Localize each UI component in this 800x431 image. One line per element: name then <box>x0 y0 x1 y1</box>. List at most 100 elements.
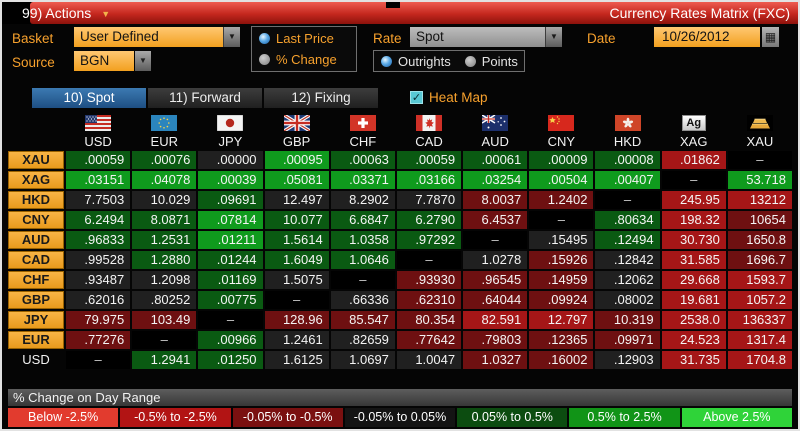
rate-label: Rate <box>373 31 402 46</box>
radio-last-price[interactable]: Last Price <box>259 31 349 46</box>
column-header-xag: XAG <box>679 134 708 149</box>
rate-cell: – <box>595 191 660 209</box>
rate-cell: .00966 <box>198 331 263 349</box>
row-header-hkd[interactable]: HKD <box>8 191 64 209</box>
rate-cell: 1.0047 <box>396 351 462 369</box>
rate-cell: 7.7870 <box>396 191 462 209</box>
row-header-gbp[interactable]: GBP <box>8 291 64 309</box>
basket-select[interactable]: User Defined ▼ <box>74 27 240 47</box>
source-select[interactable]: BGN <box>74 51 134 71</box>
row-header-cad[interactable]: CAD <box>8 251 64 269</box>
page-title: Currency Rates Matrix (FXC) <box>609 5 790 21</box>
radio-icon <box>259 54 270 65</box>
rate-cell: .05081 <box>264 171 329 189</box>
row-header-chf[interactable]: CHF <box>8 271 64 289</box>
rate-cell: .03371 <box>330 171 395 189</box>
row-header-xau[interactable]: XAU <box>8 151 64 169</box>
rate-cell: 128.96 <box>264 311 329 329</box>
row-header-aud[interactable]: AUD <box>8 231 64 249</box>
column-header-hkd: HKD <box>613 134 642 149</box>
basket-label: Basket <box>12 31 54 46</box>
rate-cell: .64044 <box>463 291 528 309</box>
rate-cell: .00504 <box>529 171 594 189</box>
rate-cell: .97292 <box>396 231 462 249</box>
rate-cell: 1.6125 <box>264 351 329 369</box>
rate-cell: .01244 <box>198 251 263 269</box>
heat-map-control: ✓ Heat Map <box>410 90 488 105</box>
rate-cell: – <box>396 251 462 269</box>
rate-cell: .66336 <box>330 291 395 309</box>
rate-cell: .12062 <box>595 271 660 289</box>
rate-cell: .00063 <box>330 151 395 169</box>
rate-cell: .04078 <box>132 171 197 189</box>
legend-range-below-2-5: Below -2.5% <box>8 408 119 427</box>
rate-cell: .79803 <box>463 331 528 349</box>
rate-cell: 1.5075 <box>264 271 329 289</box>
rate-cell: .77276 <box>66 331 131 349</box>
rate-cell: 1704.8 <box>727 351 792 369</box>
radio-change[interactable]: % Change <box>259 52 349 67</box>
price-mode-group: Last Price % Change <box>251 26 357 72</box>
chevron-down-icon[interactable]: ▼ <box>223 27 240 47</box>
rate-cell: .12365 <box>529 331 594 349</box>
row-header-xag[interactable]: XAG <box>8 171 64 189</box>
rate-cell: .12842 <box>595 251 660 269</box>
rate-cell: 10.319 <box>595 311 660 329</box>
rate-cell: .15926 <box>529 251 594 269</box>
rate-cell: .00407 <box>595 171 660 189</box>
radio-outrights[interactable]: Outrights <box>381 54 451 69</box>
rate-cell: 1057.2 <box>727 291 792 309</box>
matrix-corner <box>8 114 64 132</box>
rate-cell: 10654 <box>727 211 792 229</box>
rate-cell: 6.2790 <box>396 211 462 229</box>
row-header-jpy[interactable]: JPY <box>8 311 64 329</box>
tab-11-forward[interactable]: 11) Forward <box>148 88 262 108</box>
rate-cell: 1317.4 <box>727 331 792 349</box>
rate-cell: 85.547 <box>330 311 395 329</box>
tab-12-fixing[interactable]: 12) Fixing <box>264 88 378 108</box>
legend-range-0-5-to-2-5: 0.5% to 2.5% <box>569 408 680 427</box>
rate-cell: 79.975 <box>66 311 131 329</box>
rate-cell: .96833 <box>66 231 131 249</box>
chevron-down-icon[interactable]: ▼ <box>545 27 562 47</box>
title-bar: 99) Actions ▼ Currency Rates Matrix (FXC) <box>2 2 798 24</box>
rate-cell: 12.497 <box>264 191 329 209</box>
rate-cell: .09691 <box>198 191 263 209</box>
rate-cell: .00076 <box>132 151 197 169</box>
rate-cell: .82659 <box>330 331 395 349</box>
rate-cell: 8.0871 <box>132 211 197 229</box>
rate-cell: – <box>264 291 329 309</box>
rate-cell: 1.2402 <box>529 191 594 209</box>
rate-cell: .12494 <box>595 231 660 249</box>
rate-cell: 6.2494 <box>66 211 131 229</box>
rate-cell: 1.2531 <box>132 231 197 249</box>
rate-cell: 6.6847 <box>330 211 395 229</box>
calendar-icon[interactable]: ▦ <box>762 27 779 47</box>
source-label: Source <box>12 55 55 70</box>
rate-cell: .00000 <box>198 151 263 169</box>
legend-range-0-05-to-0-05: -0.05% to 0.05% <box>344 408 456 427</box>
rate-cell: 1593.7 <box>727 271 792 289</box>
row-header-cny[interactable]: CNY <box>8 211 64 229</box>
rate-select-value: Spot <box>416 29 444 44</box>
rate-cell: .00059 <box>66 151 131 169</box>
column-header-gbp: GBP <box>282 134 311 149</box>
heat-map-checkbox[interactable]: ✓ <box>410 91 423 104</box>
tab-10-spot[interactable]: 10) Spot <box>32 88 146 108</box>
rate-cell: .62310 <box>396 291 462 309</box>
rate-cell: 10.029 <box>132 191 197 209</box>
row-header-eur[interactable]: EUR <box>8 331 64 349</box>
rate-cell: .12903 <box>595 351 660 369</box>
rate-cell: – <box>727 151 792 169</box>
actions-menu-button[interactable]: 99) Actions ▼ <box>16 2 116 24</box>
date-field[interactable]: 10/26/2012 <box>654 27 760 47</box>
rate-select[interactable]: Spot ▼ <box>410 27 562 47</box>
gold-bars-icon <box>728 114 792 132</box>
legend-range-0-05-to-0-5: -0.05% to -0.5% <box>232 408 343 427</box>
column-header-eur: EUR <box>150 134 178 149</box>
chevron-down-icon[interactable]: ▼ <box>135 51 151 71</box>
rate-cell: 12.797 <box>529 311 594 329</box>
rate-cell: 7.7503 <box>66 191 131 209</box>
rate-cell: – <box>66 351 131 369</box>
radio-points[interactable]: Points <box>464 54 518 69</box>
